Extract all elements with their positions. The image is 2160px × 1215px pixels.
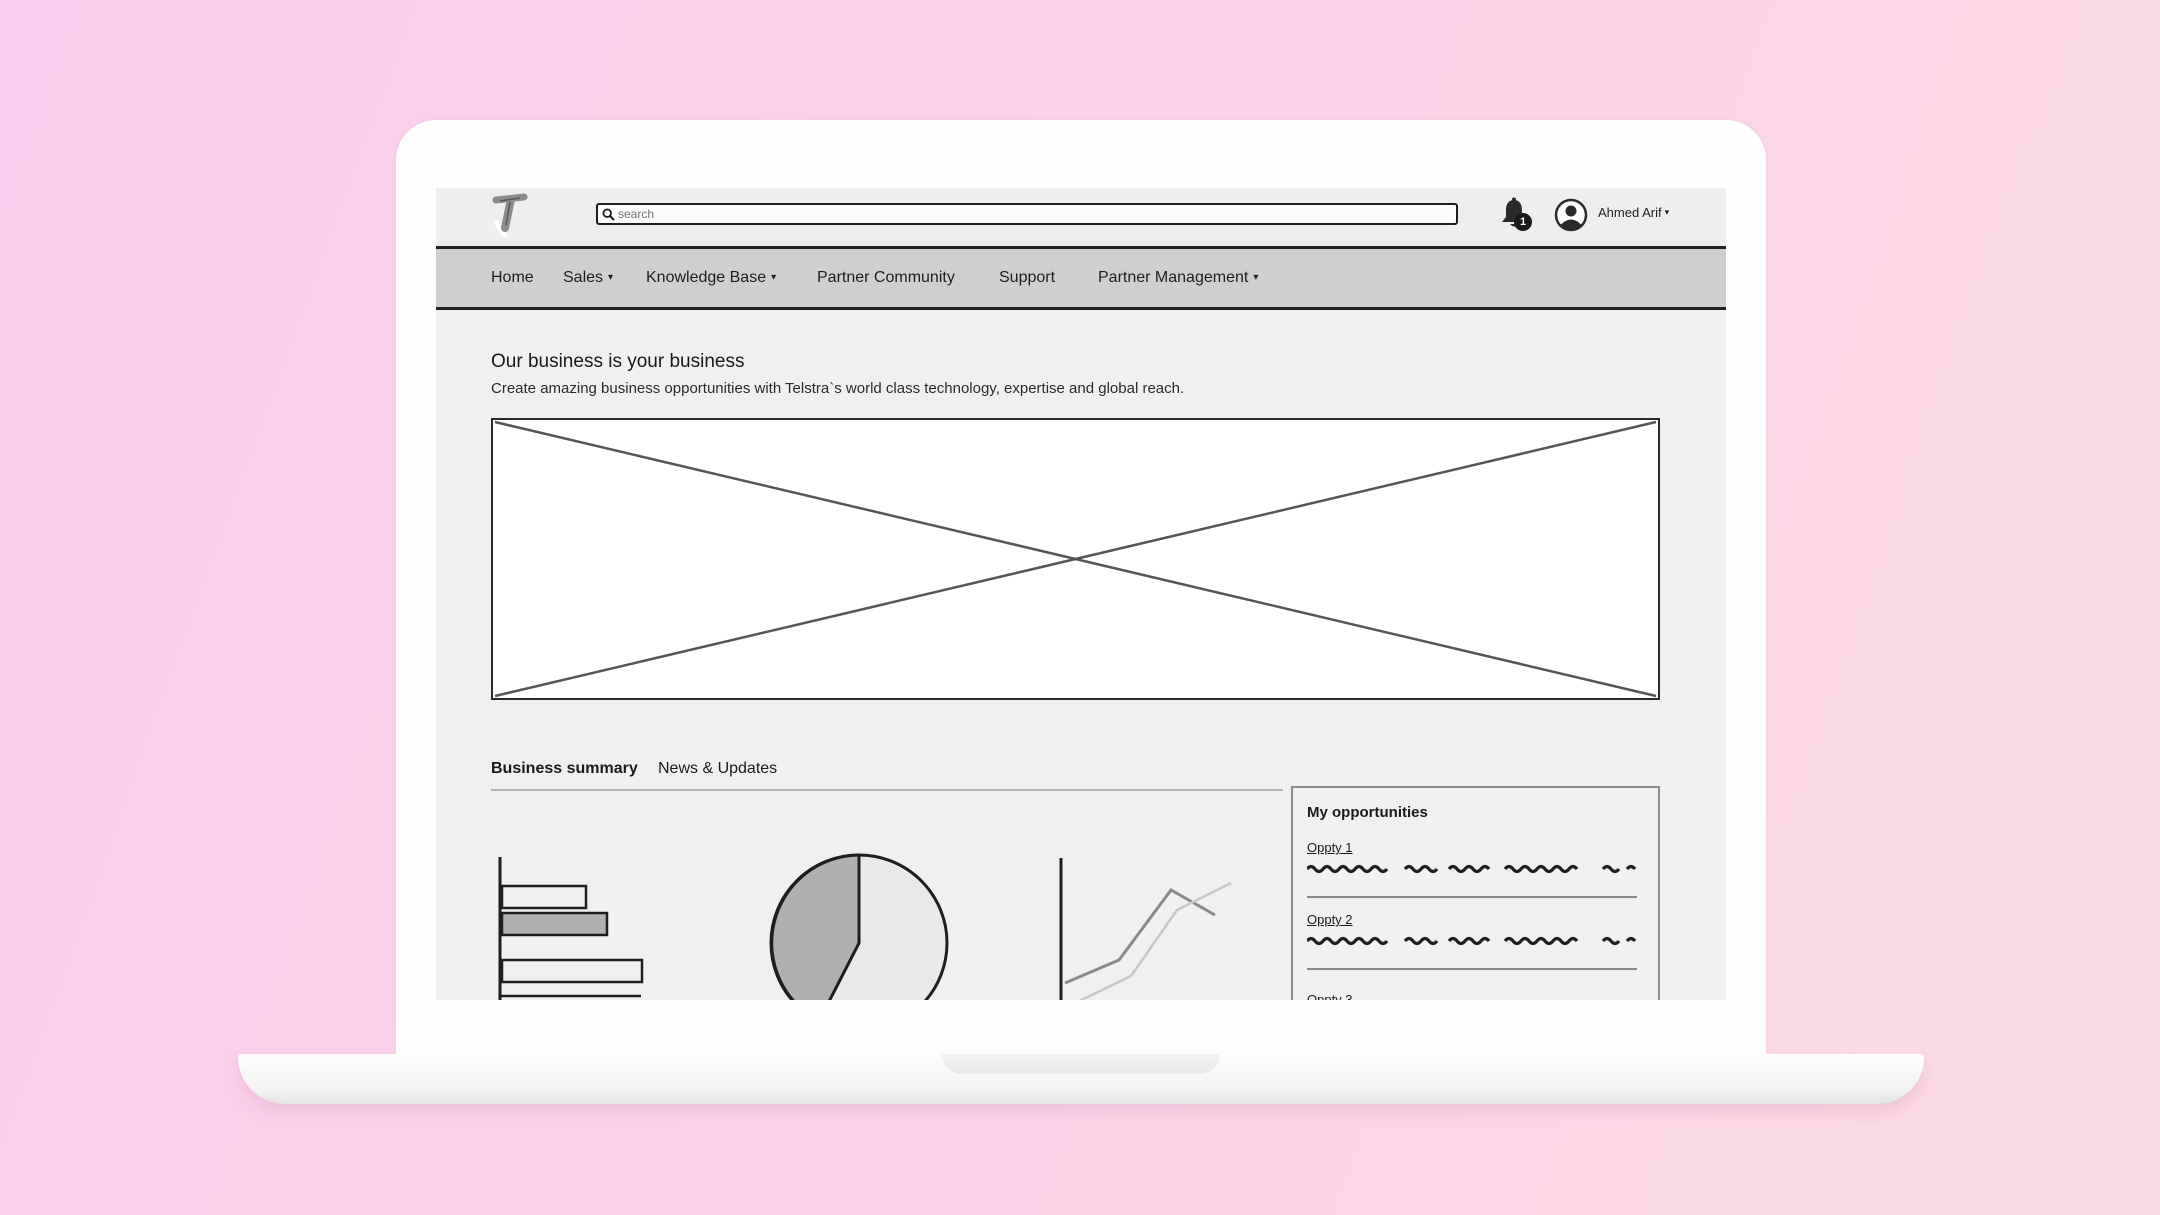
- nav-item-label: Partner Community: [817, 269, 955, 286]
- user-name: Ahmed Arif: [1598, 205, 1662, 220]
- chevron-down-icon: ▾: [608, 272, 614, 283]
- nav-item-label: Sales: [563, 269, 604, 286]
- nav-item-partner-community[interactable]: Partner Community: [817, 269, 955, 287]
- page-subtitle: Create amazing business opportunities wi…: [491, 380, 1185, 397]
- chevron-down-icon: ▾: [1253, 272, 1259, 283]
- scribble-text-placeholder: [1307, 936, 1637, 946]
- telstra-logo-icon[interactable]: [490, 192, 534, 238]
- pie-chart-icon: [769, 853, 949, 1000]
- nav-item-label: Partner Management: [1098, 269, 1249, 286]
- scribble-text-placeholder: [1307, 864, 1637, 874]
- nav-item-label: Support: [999, 269, 1056, 286]
- nav-item-support[interactable]: Support: [999, 269, 1055, 287]
- nav-item-knowledge-base[interactable]: Knowledge Base ▾: [646, 269, 776, 287]
- nav-item-partner-management[interactable]: Partner Management ▾: [1098, 269, 1258, 287]
- search-input[interactable]: [618, 205, 1448, 222]
- chevron-down-icon: ▾: [1664, 207, 1670, 217]
- hero-image-placeholder: [491, 418, 1660, 700]
- search-icon: [602, 208, 615, 221]
- search-box[interactable]: [596, 203, 1458, 225]
- image-placeholder-cross-icon: [494, 420, 1657, 698]
- opportunity-link-1[interactable]: Oppty 1: [1307, 840, 1353, 855]
- tab-news-updates[interactable]: News & Updates: [658, 760, 777, 778]
- page-title: Our business is your business: [491, 351, 745, 372]
- nav-item-label: Home: [491, 269, 534, 286]
- chevron-down-icon: ▾: [771, 272, 777, 283]
- avatar-icon[interactable]: [1554, 198, 1588, 232]
- business-summary-charts: [498, 853, 1232, 1000]
- opportunity-divider: [1307, 896, 1637, 898]
- screen: 1 Ahmed Arif▾ Home Sales▾ Knowledge Base…: [436, 188, 1726, 1000]
- laptop-notch: [942, 1054, 1220, 1074]
- line-chart-icon: [1059, 858, 1232, 1000]
- main-nav: Home Sales ▾ Knowledge Base ▾ Partner Comm…: [436, 249, 1726, 310]
- notification-badge: 1: [1514, 213, 1532, 231]
- top-header: 1 Ahmed Arif▾: [436, 188, 1726, 249]
- nav-item-sales[interactable]: Sales ▾: [563, 269, 613, 287]
- panel-title: My opportunities: [1307, 804, 1428, 821]
- user-menu[interactable]: Ahmed Arif ▾: [1598, 205, 1669, 220]
- tab-business-summary[interactable]: Business summary: [491, 760, 638, 778]
- opportunity-link-3[interactable]: Oppty 3: [1307, 992, 1353, 1000]
- opportunity-divider: [1307, 968, 1637, 970]
- opportunity-link-2[interactable]: Oppty 2: [1307, 912, 1353, 927]
- nav-item-home[interactable]: Home: [491, 269, 534, 287]
- nav-item-label: Knowledge Base: [646, 269, 767, 286]
- my-opportunities-panel: My opportunities Oppty 1 Oppty 2 Oppty 3: [1291, 786, 1660, 1000]
- bar-chart-icon: [498, 857, 644, 1000]
- tabs-divider: [491, 789, 1283, 791]
